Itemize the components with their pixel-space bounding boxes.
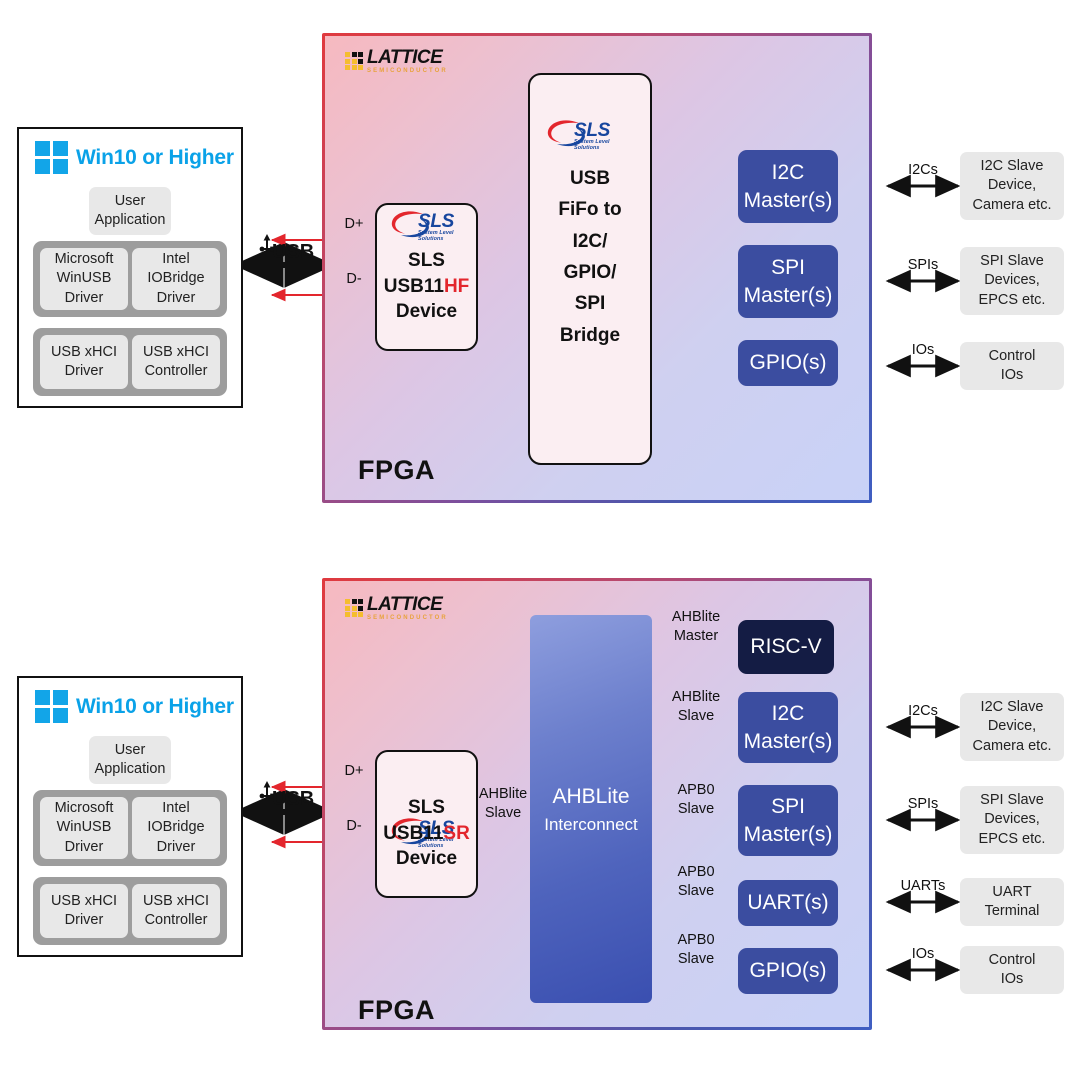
gpio-block-2: GPIO(s) (738, 948, 838, 994)
spi-master-block-1: SPI Master(s) (738, 245, 838, 318)
spi-slave-external-1: SPI Slave Devices, EPCS etc. (960, 247, 1064, 315)
xhci-controller-1: USB xHCI Controller (132, 335, 220, 389)
usb-label-2: USB (272, 788, 315, 810)
fpga-label-1: FPGA (358, 455, 436, 485)
windows-logo-icon-1 (35, 141, 68, 174)
device-line3-2: Device (395, 848, 458, 870)
i2c-slave-external-1: I2C Slave Device, Camera etc. (960, 152, 1064, 220)
i2cs-bus-label-1: I2Cs (908, 162, 938, 178)
dplus-label-1: D+ (344, 216, 364, 232)
usb-bridge-label: USB FiFo to I2C/ GPIO/ SPI Bridge (558, 168, 622, 346)
user-application-1: User Application (89, 187, 171, 235)
spi-bus-label-2: APB0 Slave (677, 782, 715, 817)
xhci-driver-2: USB xHCI Driver (40, 884, 128, 938)
device-line1-1: SLS (408, 250, 445, 271)
i2c-master-block-2: I2C Master(s) (738, 692, 838, 763)
uarts-bus-label-2: UARTs (900, 878, 946, 894)
control-ios-external-2: Control IOs (960, 946, 1064, 994)
lattice-tagline-2: SEMICONDUCTOR (367, 615, 448, 621)
uart-terminal-external-2: UART Terminal (960, 878, 1064, 926)
ahblite-interconnect-label: AHBLite Interconnect (544, 781, 638, 838)
spis-bus-label-1: SPIs (907, 257, 939, 273)
iobridge-driver-2: Intel IOBridge Driver (132, 797, 220, 859)
winusb-driver-2: Microsoft WinUSB Driver (40, 797, 128, 859)
device-line2-1: USB11HF (375, 274, 478, 300)
ios-bus-label-2: IOs (911, 946, 935, 962)
sls-device-label-1: SLS USB11HF Device (375, 248, 478, 325)
spis-bus-label-2: SPIs (907, 796, 939, 812)
host-title-2: Win10 or Higher (76, 695, 234, 718)
dminus-label-1: D- (346, 271, 362, 287)
device-line2-2: USB11SR (375, 821, 478, 847)
device-bus-label-2: AHBlite Slave (478, 786, 528, 821)
device-part-2: USB11 (383, 822, 444, 844)
device-variant-2: SR (443, 822, 470, 844)
uart-bus-label-2: APB0 Slave (677, 864, 715, 899)
spi-master-block-2: SPI Master(s) (738, 785, 838, 856)
lattice-mark-icon-2 (345, 599, 363, 617)
spi-slave-external-2: SPI Slave Devices, EPCS etc. (960, 786, 1064, 854)
control-ios-external-1: Control IOs (960, 342, 1064, 390)
winusb-driver-1: Microsoft WinUSB Driver (40, 248, 128, 310)
uart-block-2: UART(s) (738, 880, 838, 926)
device-line3-1: Device (395, 301, 458, 323)
i2c-slave-external-2: I2C Slave Device, Camera etc. (960, 693, 1064, 761)
i2c-bus-label-2: AHBlite Slave (671, 689, 721, 724)
lattice-wordmark: LATTICE (367, 47, 443, 68)
riscv-bus-label: AHBlite Master (671, 609, 721, 644)
lattice-logo-2: LATTICE SEMICONDUCTOR (345, 595, 448, 621)
device-line1-2: SLS (408, 797, 445, 818)
user-application-2: User Application (89, 736, 171, 784)
ahblite-line1: AHBLite (552, 784, 630, 808)
iobridge-driver-1: Intel IOBridge Driver (132, 248, 220, 310)
sls-logo-1: SLS System Level Solutions (390, 209, 474, 242)
ios-bus-label-1: IOs (911, 342, 935, 358)
lattice-mark-icon (345, 52, 363, 70)
lattice-wordmark-2: LATTICE (367, 594, 443, 615)
xhci-driver-1: USB xHCI Driver (40, 335, 128, 389)
sls-logo-bridge: SLS System Level Solutions (546, 118, 630, 151)
xhci-controller-2: USB xHCI Controller (132, 884, 220, 938)
usb-label-1: USB (272, 241, 315, 263)
fpga-label-2: FPGA (358, 995, 436, 1025)
dminus-label-2: D- (346, 818, 362, 834)
windows-logo-icon-2 (35, 690, 68, 723)
i2c-master-block-1: I2C Master(s) (738, 150, 838, 223)
lattice-tagline: SEMICONDUCTOR (367, 68, 448, 74)
sls-tagline-1: System Level Solutions (418, 230, 454, 242)
host-title-1: Win10 or Higher (76, 146, 234, 169)
ahblite-interconnect-block: AHBLite Interconnect (530, 615, 652, 1003)
gpio-block-1: GPIO(s) (738, 340, 838, 386)
ahblite-line2: Interconnect (544, 815, 638, 834)
lattice-logo-1: LATTICE SEMICONDUCTOR (345, 48, 448, 74)
sls-device-label-2: SLS USB11SR Device (375, 795, 478, 872)
i2cs-bus-label-2: I2Cs (908, 703, 938, 719)
device-variant-1: HF (443, 275, 470, 297)
gpio-bus-label-2: APB0 Slave (677, 932, 715, 967)
sls-tagline-bridge: System Level Solutions (574, 139, 610, 151)
riscv-block: RISC-V (738, 620, 834, 674)
device-part-1: USB11 (383, 275, 444, 297)
dplus-label-2: D+ (344, 763, 364, 779)
